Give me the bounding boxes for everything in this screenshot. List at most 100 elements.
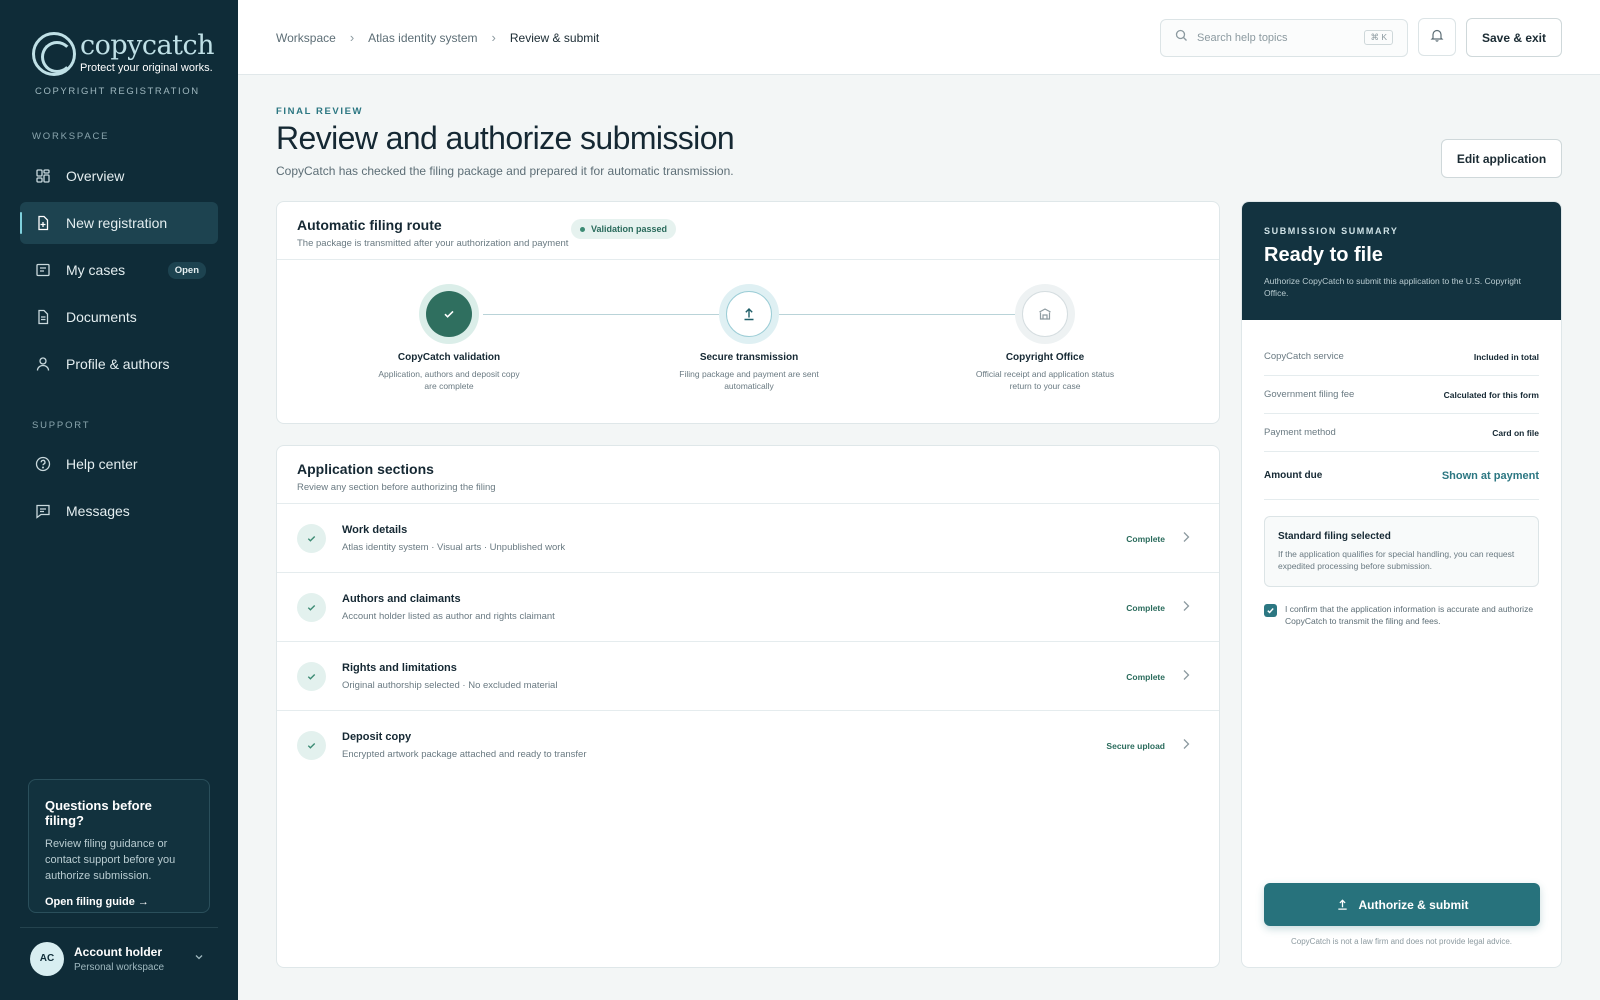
section-title: Rights and limitations <box>342 661 457 674</box>
standard-filing-description: If the application qualifies for special… <box>1278 549 1515 571</box>
brand-name: copycatch <box>80 30 215 61</box>
summary-row-value: Calculated for this form <box>1443 389 1539 400</box>
section-subtitle: Original authorship selected · No exclud… <box>342 679 558 691</box>
nav-item-my-cases[interactable]: My cases Open <box>20 249 218 291</box>
section-row-deposit-copy[interactable]: Deposit copy Encrypted artwork package a… <box>277 711 1219 780</box>
brand-logo[interactable]: copycatch Protect your original works. <box>32 30 215 76</box>
section-row-rights-limitations[interactable]: Rights and limitations Original authorsh… <box>277 642 1219 711</box>
breadcrumb: Workspace › Atlas identity system › Revi… <box>276 30 599 45</box>
logo-mark-icon <box>32 32 76 76</box>
section-status: Complete <box>1126 603 1165 613</box>
nav-item-new-registration[interactable]: New registration <box>20 202 218 244</box>
chevron-right-icon: › <box>491 30 496 45</box>
page-title: Review and authorize submission <box>276 120 735 156</box>
chevron-right-icon <box>1181 530 1191 549</box>
confirm-checkbox[interactable] <box>1264 604 1277 617</box>
save-exit-button[interactable]: Save & exit <box>1466 18 1562 57</box>
summary-eyebrow: SUBMISSION SUMMARY <box>1264 226 1399 236</box>
breadcrumb-workspace[interactable]: Workspace <box>276 31 336 45</box>
brand-tagline: Protect your original works. <box>80 62 213 74</box>
step-label: Secure transmission <box>699 352 799 363</box>
page-subtitle: CopyCatch has checked the filing package… <box>276 164 734 178</box>
section-title: Work details <box>342 523 408 536</box>
account-subtitle: Personal workspace <box>74 961 165 973</box>
section-title: Deposit copy <box>342 731 412 743</box>
avatar: AC <box>30 941 64 976</box>
nav-item-label: Profile & authors <box>66 356 170 372</box>
route-steps: CopyCatch validation Application, author… <box>277 260 1221 424</box>
section-row-authors-claimants[interactable]: Authors and claimants Account holder lis… <box>277 573 1219 642</box>
chevron-down-icon <box>194 952 204 965</box>
summary-rows: CopyCatch service Included in total Gove… <box>1242 320 1561 500</box>
sidebar: copycatch Protect your original works. C… <box>0 0 238 1000</box>
summary-row-label: Government filing fee <box>1264 389 1355 400</box>
section-row-work-details[interactable]: Work details Atlas identity system · Vis… <box>277 504 1219 573</box>
chevron-right-icon <box>1181 668 1191 687</box>
section-status: Secure upload <box>1106 741 1165 751</box>
check-icon <box>297 523 326 553</box>
step-description: Official receipt and application status … <box>975 369 1115 391</box>
section-subtitle: Atlas identity system · Visual arts · Un… <box>342 541 566 553</box>
search-icon <box>1175 29 1188 47</box>
edit-application-button[interactable]: Edit application <box>1441 139 1562 178</box>
search-placeholder: Search help topics <box>1197 32 1288 44</box>
account-switcher[interactable]: AC Account holder Personal workspace <box>20 927 218 989</box>
nav-item-messages[interactable]: Messages <box>20 490 218 532</box>
bell-icon <box>1430 28 1444 47</box>
nav-item-label: Help center <box>66 456 138 472</box>
section-subtitle: Encrypted artwork package attached and r… <box>342 749 587 760</box>
step-label: Copyright Office <box>1005 352 1085 363</box>
breadcrumb-current: Review & submit <box>509 30 600 45</box>
account-name: Account holder <box>74 944 163 959</box>
notifications-button[interactable] <box>1418 18 1456 56</box>
authorize-submit-button[interactable]: Authorize & submit <box>1264 883 1540 926</box>
route-step-validation: CopyCatch validation Application, author… <box>359 284 539 392</box>
page-eyebrow: FINAL REVIEW <box>276 106 364 117</box>
nav-item-help-center[interactable]: Help center <box>20 443 218 485</box>
nav-heading-workspace: WORKSPACE <box>32 131 110 142</box>
standard-filing-title: Standard filing selected <box>1278 531 1391 542</box>
user-icon <box>35 356 51 372</box>
status-badge: Validation passed <box>571 219 677 239</box>
summary-title: Ready to file <box>1264 244 1383 266</box>
nav-item-overview[interactable]: Overview <box>20 155 218 197</box>
summary-row-label: Payment method <box>1264 427 1336 438</box>
nav-heading-support: SUPPORT <box>32 420 91 431</box>
help-icon <box>35 456 51 472</box>
search-input[interactable]: Search help topics ⌘ K <box>1160 19 1408 57</box>
upload-icon <box>1337 899 1347 910</box>
confirm-authorization[interactable]: I confirm that the application informati… <box>1264 603 1539 627</box>
summary-row: CopyCatch service Included in total <box>1264 338 1539 376</box>
nav-item-profile-authors[interactable]: Profile & authors <box>20 343 218 385</box>
dashboard-icon <box>35 168 51 184</box>
step-label: CopyCatch validation <box>397 352 501 363</box>
file-plus-icon <box>35 215 51 231</box>
summary-description: Authorize CopyCatch to submit this appli… <box>1264 276 1522 298</box>
summary-row-label: CopyCatch service <box>1264 351 1344 362</box>
sections-subtitle: Review any section before authorizing th… <box>297 482 496 493</box>
check-icon <box>426 291 472 337</box>
message-icon <box>35 503 51 519</box>
nav-item-label: My cases <box>66 262 126 278</box>
chevron-right-icon <box>1181 599 1191 618</box>
help-card-text: Review filing guidance or contact suppor… <box>45 838 176 882</box>
amount-due-value: Shown at payment <box>1441 469 1539 482</box>
cases-badge: Open <box>167 261 206 279</box>
cases-icon <box>35 262 51 278</box>
authorize-submit-label: Authorize & submit <box>1358 897 1469 912</box>
step-description: Filing package and payment are sent auto… <box>679 369 819 391</box>
section-status: Complete <box>1126 534 1165 544</box>
document-icon <box>35 309 51 325</box>
nav-item-documents[interactable]: Documents <box>20 296 218 338</box>
route-step-copyright-office: Copyright Office Official receipt and ap… <box>955 284 1135 392</box>
breadcrumb-project[interactable]: Atlas identity system <box>368 31 477 45</box>
nav-item-label: Overview <box>66 168 125 184</box>
section-subtitle: Account holder listed as author and righ… <box>342 610 555 622</box>
open-filing-guide-link[interactable]: Open filing guide → <box>45 896 193 908</box>
chevron-right-icon <box>1181 737 1191 756</box>
step-description: Application, authors and deposit copy ar… <box>378 369 520 391</box>
nav-item-label: New registration <box>66 215 168 231</box>
check-icon <box>297 731 326 760</box>
route-step-transmission: Secure transmission Filing package and p… <box>659 284 839 392</box>
legal-disclaimer: CopyCatch is not a law firm and does not… <box>1290 937 1512 946</box>
